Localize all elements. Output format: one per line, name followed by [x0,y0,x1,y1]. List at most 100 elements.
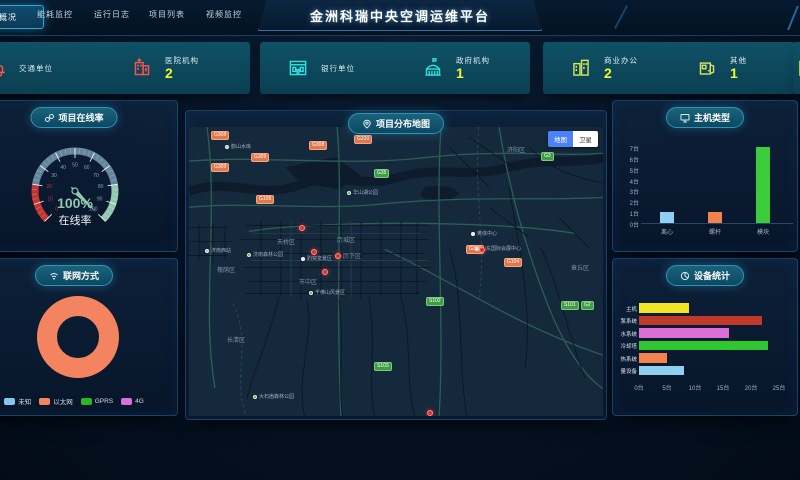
pie-icon [680,271,690,281]
tab-video-monitor[interactable]: 视频监控 [206,9,242,20]
legend-item-GPRS[interactable]: GPRS [81,396,113,406]
legend-item-4G[interactable]: 4G [121,396,144,406]
y-axis-label: 5台 [617,166,639,175]
bar-热系统 [639,353,667,363]
bar-冷却塔 [639,341,768,351]
legend-item-以太网[interactable]: 以太网 [39,396,73,406]
svg-text:40: 40 [60,165,66,171]
x-axis-label: 20台 [737,383,765,392]
monitor-icon [680,113,690,123]
panel-header-map: 项目分布地图 [348,113,444,134]
y-axis-label: 0台 [617,220,639,229]
y-axis-label: 2台 [617,198,639,207]
panel-header-network: 联网方式 [35,265,113,286]
road-badge-S101: S101 [561,301,579,310]
gauge-value: 100% [0,195,175,211]
category-label: 水系统 [613,330,637,338]
stat-item-hospital: 医院机构2 [104,42,250,94]
stat-value: 2 [604,66,638,81]
legend-label: 未知 [18,396,31,406]
road-badge-G35: G35 [374,169,389,178]
stat-item-transport: 交通单位 [0,42,104,94]
stat-item-government: 政府机构1 [395,42,530,94]
panel-device-stats: 设备统计 主机泵系统水系统冷却塔热系统量设备0台5台10台15台20台25台 [612,258,798,416]
road-badge-G309: G309 [211,163,229,172]
district-label: 天桥区 [277,237,295,246]
x-axis-label: 离心 [647,227,687,236]
poi-dot [247,253,251,257]
road-badge-G220: G220 [354,135,372,144]
panel-header-host-type: 主机类型 [666,107,744,128]
x-axis-label: 15台 [709,383,737,392]
x-axis-label: 模块 [743,227,783,236]
stat-card-2: 银行单位 政府机构1 [260,42,530,94]
project-marker[interactable] [311,249,317,255]
project-marker[interactable] [322,269,328,275]
poi-label: 鹊山水库 [225,143,251,150]
panel-header-device-stats: 设备统计 [666,265,744,286]
y-axis-label: 3台 [617,187,639,196]
tab-energy-monitor[interactable]: 能耗监控 [37,9,73,20]
project-marker[interactable] [479,247,485,253]
bar-螺杆 [708,212,722,223]
svg-text:50: 50 [72,162,78,168]
poi-dot [347,191,351,195]
road-badge-G308: G308 [211,131,229,140]
district-label: 历下区 [343,251,361,260]
top-nav: 概况 能耗监控 运行日志 项目列表 视频监控 金洲科瑞中央空调运维平台 [0,0,800,36]
road-badge-G309: G309 [251,153,269,162]
stat-value: 2 [165,66,199,81]
category-label: 主机 [613,305,637,313]
bar-主机 [639,303,689,313]
x-axis-label: 5台 [653,383,681,392]
panel-title: 联网方式 [63,269,99,282]
stat-card-partial [793,42,800,94]
legend-swatch [39,398,50,405]
district-label: 长清区 [227,335,245,344]
poi-text: 鹊山水库 [231,143,251,150]
panel-title: 主机类型 [694,111,730,124]
bar-模块 [756,147,770,223]
project-marker[interactable] [335,253,341,259]
district-label: 槐荫区 [217,265,235,274]
page-title-box: 金洲科瑞中央空调运维平台 [258,0,542,31]
building-icon [795,56,800,80]
poi-text: 大石崮森林公园 [259,393,294,400]
poi-label: 华山湖公园 [347,189,378,196]
stat-item-other: 其他1 [669,42,795,94]
map-canvas[interactable]: G308G308G220G309G309G35G3G105G309G104S10… [189,127,603,416]
poi-label: 奥体中心 [471,230,497,237]
stat-item-partial [793,42,800,94]
legend-label: 4G [135,398,144,405]
satellite-mode-button[interactable]: 卫星 [573,131,598,147]
y-axis-label: 1台 [617,209,639,218]
tab-project-list[interactable]: 项目列表 [149,9,185,20]
project-marker[interactable] [299,225,305,231]
poi-dot [205,249,209,253]
legend-label: 以太网 [53,396,73,406]
tab-run-log[interactable]: 运行日志 [94,9,130,20]
dashboard-root: { "header": { "title": "金洲科瑞中央空调运维平台", "… [0,0,800,480]
x-axis-label: 10台 [681,383,709,392]
category-label: 量设备 [613,367,637,375]
poi-dot [309,291,313,295]
stat-value: 1 [456,66,490,81]
legend-item-未知[interactable]: 未知 [4,396,31,406]
poi-label: 大石崮森林公园 [253,393,294,400]
poi-dot [225,145,229,149]
road-badge-G104: G104 [504,258,522,267]
bar-离心 [660,212,674,223]
panel-project-map: 项目分布地图 地图 卫星 [185,110,607,420]
map-mode-button[interactable]: 地图 [548,131,573,147]
bar-量设备 [639,366,684,376]
district-label: 章丘区 [571,263,589,272]
project-marker[interactable] [427,410,433,416]
svg-text:20: 20 [47,184,53,190]
decor-line [614,5,628,29]
poi-dot [301,257,305,261]
map-type-toggle: 地图 卫星 [548,131,598,147]
link-icon [44,113,54,123]
decor-bracket [787,6,800,30]
panel-title: 设备统计 [694,269,730,282]
panel-title: 项目分布地图 [376,117,430,130]
